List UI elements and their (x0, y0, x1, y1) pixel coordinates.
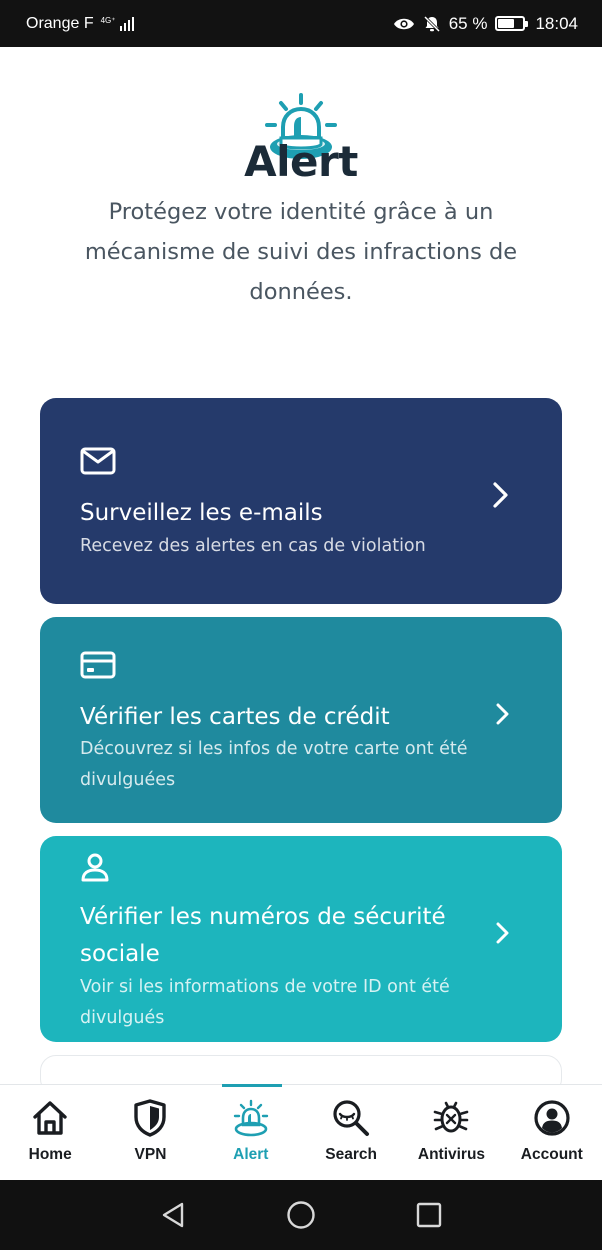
nav-label: Home (28, 1146, 72, 1163)
home-circle-icon (287, 1201, 315, 1229)
nav-item-alert[interactable]: Alert (201, 1084, 301, 1180)
eye-icon (393, 18, 414, 29)
chevron-right-icon (496, 703, 509, 725)
monitor-emails-card[interactable]: Surveillez les e-mails Recevez des alert… (40, 398, 562, 604)
home-icon (30, 1098, 70, 1138)
chevron-right-icon (496, 922, 509, 944)
nav-label: Antivirus (417, 1146, 486, 1163)
signal-icon (119, 16, 134, 31)
status-bar: Orange F 4G⁺ 65 % 18:04 (0, 0, 602, 47)
back-button[interactable] (109, 1180, 237, 1250)
envelope-icon (80, 447, 116, 475)
battery-fill (498, 19, 515, 28)
clock: 18:04 (535, 13, 578, 33)
bottom-nav: Home VPN Alert Search Antivirus Account (0, 1084, 602, 1180)
card-title: Surveillez les e-mails (80, 500, 323, 526)
nav-label: Search (325, 1146, 377, 1163)
bell-off-icon (423, 15, 440, 32)
status-left: Orange F 4G⁺ (26, 15, 134, 33)
battery-icon (495, 16, 529, 31)
card-description: Découvrez si les infos de votre carte on… (80, 739, 468, 790)
nav-label: VPN (134, 1146, 167, 1163)
nav-item-vpn[interactable]: VPN (100, 1085, 200, 1180)
nav-item-search[interactable]: Search (301, 1085, 401, 1180)
recents-button[interactable] (365, 1180, 493, 1250)
active-tab-indicator (221, 1084, 282, 1087)
back-icon (162, 1202, 184, 1228)
page-subtitle: Protégez votre identité grâce à un mécan… (84, 199, 518, 305)
card-title: Vérifier les cartes de crédit (80, 704, 390, 730)
nav-label: Account (520, 1146, 583, 1163)
page-title: Alert (244, 137, 358, 186)
check-social-security-card[interactable]: Vérifier les numéros de sécurité sociale… (40, 836, 562, 1042)
credit-card-icon (80, 651, 116, 679)
carrier-name: Orange F (26, 14, 94, 32)
account-icon (532, 1098, 572, 1138)
home-system-button[interactable] (237, 1180, 365, 1250)
nav-item-antivirus[interactable]: Antivirus (401, 1085, 501, 1180)
alarm-siren-icon (231, 1098, 271, 1138)
recents-icon (416, 1202, 442, 1228)
search-eye-icon (331, 1098, 371, 1138)
battery-percent: 65 % (448, 13, 488, 33)
card-description: Recevez des alertes en cas de violation (80, 536, 426, 556)
nav-item-home[interactable]: Home (0, 1085, 100, 1180)
status-right: 65 % 18:04 (393, 14, 578, 34)
card-description: Voir si les informations de votre ID ont… (80, 977, 450, 1028)
network-type: 4G⁺ (100, 15, 116, 25)
person-icon (81, 853, 109, 882)
check-credit-cards-card[interactable]: Vérifier les cartes de crédit Découvrez … (40, 617, 562, 823)
nav-label: Alert (233, 1146, 269, 1163)
system-nav-bar (0, 1180, 602, 1250)
nav-item-account[interactable]: Account (502, 1085, 602, 1180)
card-title: Vérifier les numéros de sécurité sociale (80, 904, 446, 967)
chevron-right-icon (493, 482, 508, 508)
bug-icon (431, 1098, 471, 1138)
shield-icon (130, 1098, 170, 1138)
